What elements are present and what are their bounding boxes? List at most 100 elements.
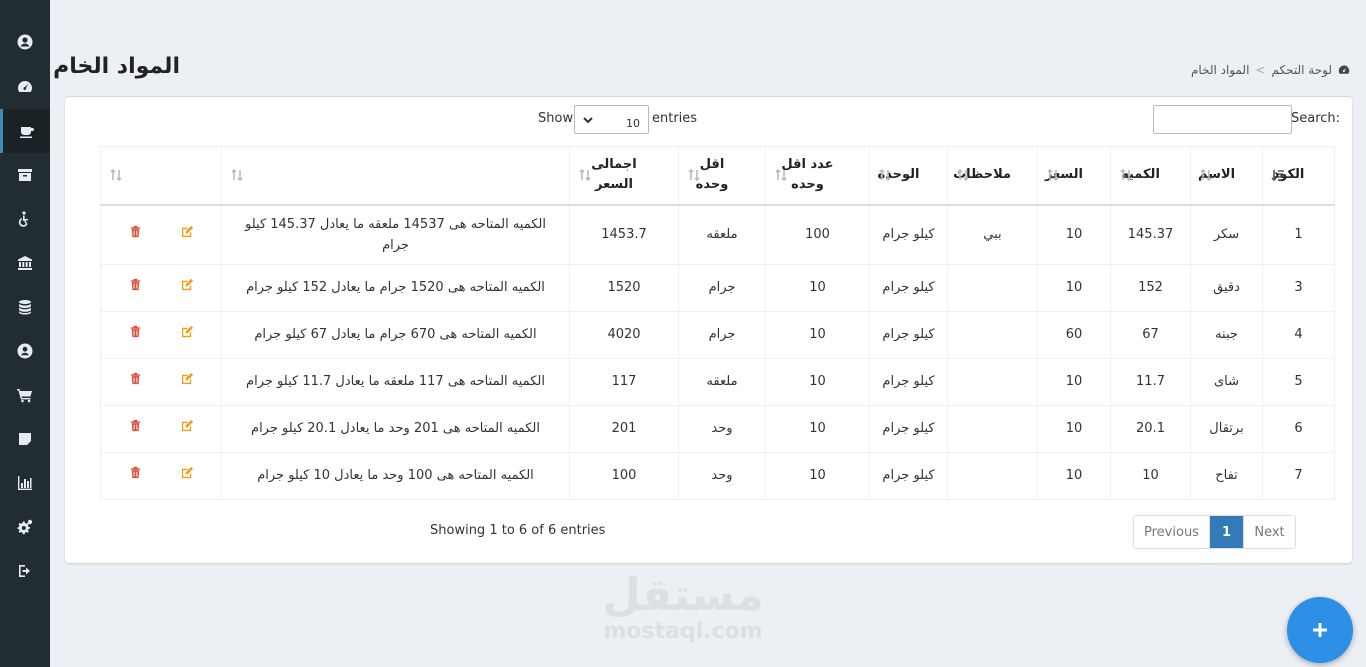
trash-icon[interactable]	[129, 278, 142, 291]
cell-price: 60	[1037, 310, 1111, 359]
column-header-total-price[interactable]: اجمالى السعر	[569, 146, 679, 206]
edit-icon[interactable]	[181, 466, 194, 479]
cell-description: الكميه المتاحه هى 1520 جرام ما يعادل 152…	[221, 263, 570, 312]
breadcrumb-current: المواد الخام	[1190, 63, 1250, 77]
trash-icon[interactable]	[129, 466, 142, 479]
cell-notes	[947, 357, 1038, 406]
cell-unit: كيلو جرام	[869, 263, 948, 312]
sidebar-item-accessibility[interactable]	[0, 197, 50, 241]
note-icon	[19, 433, 31, 445]
table-row[interactable]: 1 سكر 145.37 10 ببي كيلو جرام 100 ملعقه 1453.7 ال…	[100, 204, 1335, 265]
sidebar-item-reports[interactable]	[0, 461, 50, 505]
dashboard-icon	[1338, 65, 1350, 74]
column-header-notes[interactable]: ملاحظات	[947, 146, 1038, 206]
sort-icon	[110, 169, 122, 182]
table-row[interactable]: 5 شاى 11.7 10 كيلو جرام 10 ملعقه 117 الكميه المت…	[100, 357, 1335, 406]
cell-code: 4	[1262, 310, 1335, 359]
column-header-price[interactable]: السعر	[1037, 146, 1111, 206]
edit-icon[interactable]	[181, 225, 194, 238]
breadcrumb-home-link[interactable]: لوحة التحكم	[1272, 63, 1333, 77]
cell-notes: ببي	[947, 204, 1038, 265]
cell-total-price: 4020	[569, 310, 679, 359]
cell-actions	[100, 310, 222, 359]
page-1-button[interactable]: 1	[1210, 516, 1243, 548]
plus-icon	[1313, 623, 1327, 637]
cell-unit: كيلو جرام	[869, 404, 948, 453]
trash-icon[interactable]	[129, 419, 142, 432]
cell-min-unit-count: 10	[765, 451, 870, 500]
edit-icon[interactable]	[181, 278, 194, 291]
cell-code: 7	[1262, 451, 1335, 500]
sidebar-item-cart[interactable]	[0, 373, 50, 417]
cell-quantity: 10	[1110, 451, 1191, 500]
sidebar-item-notes[interactable]	[0, 417, 50, 461]
edit-icon[interactable]	[181, 372, 194, 385]
sign-out-icon	[19, 565, 30, 577]
entries-length-select[interactable]: 10	[574, 105, 649, 134]
sidebar-item-raw-materials[interactable]	[0, 109, 50, 153]
trash-icon[interactable]	[129, 325, 142, 338]
sort-icon	[1200, 169, 1212, 182]
edit-icon[interactable]	[181, 419, 194, 432]
sidebar	[0, 0, 50, 667]
sidebar-item-logout[interactable]	[0, 549, 50, 593]
edit-icon[interactable]	[181, 325, 194, 338]
column-header-quantity[interactable]: الكميه	[1110, 146, 1191, 206]
sort-desc-icon	[1271, 170, 1284, 182]
cell-quantity: 145.37	[1110, 204, 1191, 265]
pagination: Previous 1 Next	[1133, 515, 1296, 549]
sort-icon	[231, 169, 243, 182]
user-circle-icon	[17, 34, 33, 50]
sidebar-item-profile[interactable]	[0, 20, 50, 64]
sidebar-item-users[interactable]	[0, 329, 50, 373]
cell-price: 10	[1037, 404, 1111, 453]
cell-name: شاى	[1190, 357, 1263, 406]
cell-min-unit: جرام	[678, 263, 766, 312]
column-header-label: عدد اقل وحده	[781, 157, 834, 193]
column-header-description[interactable]	[221, 146, 570, 206]
cell-min-unit-count: 10	[765, 404, 870, 453]
breadcrumb-separator: >	[1255, 63, 1266, 77]
cell-total-price: 100	[569, 451, 679, 500]
cell-min-unit: وحد	[678, 404, 766, 453]
bank-icon	[18, 256, 32, 270]
column-header-unit[interactable]: الوحده	[869, 146, 948, 206]
next-page-button[interactable]: Next	[1243, 516, 1295, 548]
cell-description: الكميه المتاحه هى 14537 ملعقه ما يعادل 1…	[221, 204, 570, 265]
cell-notes	[947, 451, 1038, 500]
cell-notes	[947, 263, 1038, 312]
sidebar-item-database[interactable]	[0, 285, 50, 329]
sort-icon	[879, 169, 891, 182]
table-row[interactable]: 7 تفاح 10 10 كيلو جرام 10 وحد 100 الكميه المتاحه…	[100, 451, 1335, 500]
column-header-actions[interactable]	[100, 146, 222, 206]
table-row[interactable]: 4 جبنه 67 60 كيلو جرام 10 جرام 4020 الكميه المتا…	[100, 310, 1335, 359]
cell-description: الكميه المتاحه هى 201 وحد ما يعادل 20.1 …	[221, 404, 570, 453]
sidebar-item-settings[interactable]	[0, 505, 50, 549]
cell-actions	[100, 204, 222, 265]
cell-price: 10	[1037, 204, 1111, 265]
sidebar-item-dashboard[interactable]	[0, 65, 50, 109]
table-info: Showing 1 to 6 of 6 entries	[430, 523, 606, 538]
cell-name: جبنه	[1190, 310, 1263, 359]
table-row[interactable]: 3 دقيق 152 10 كيلو جرام 10 جرام 1520 الكميه المت…	[100, 263, 1335, 312]
trash-icon[interactable]	[129, 372, 142, 385]
add-material-button[interactable]	[1287, 597, 1353, 663]
cell-total-price: 117	[569, 357, 679, 406]
search-input[interactable]	[1153, 105, 1292, 134]
trash-icon[interactable]	[129, 225, 142, 238]
column-header-code[interactable]: الكود	[1262, 146, 1335, 206]
column-header-min-unit-count[interactable]: عدد اقل وحده	[765, 146, 870, 206]
column-header-name[interactable]: الاسم	[1190, 146, 1263, 206]
dashboard-icon	[18, 81, 32, 92]
sidebar-item-bank[interactable]	[0, 241, 50, 285]
chevron-down-icon	[583, 116, 593, 123]
cell-quantity: 11.7	[1110, 357, 1191, 406]
cell-name: برتقال	[1190, 404, 1263, 453]
cogs-icon	[17, 519, 33, 535]
watermark-arabic: مستقل	[602, 570, 764, 621]
bar-chart-icon	[18, 476, 32, 490]
previous-page-button[interactable]: Previous	[1134, 516, 1210, 548]
column-header-min-unit[interactable]: اقل وحده	[678, 146, 766, 206]
sidebar-item-archive[interactable]	[0, 153, 50, 197]
table-row[interactable]: 6 برتقال 20.1 10 كيلو جرام 10 وحد 201 الكميه الم…	[100, 404, 1335, 453]
